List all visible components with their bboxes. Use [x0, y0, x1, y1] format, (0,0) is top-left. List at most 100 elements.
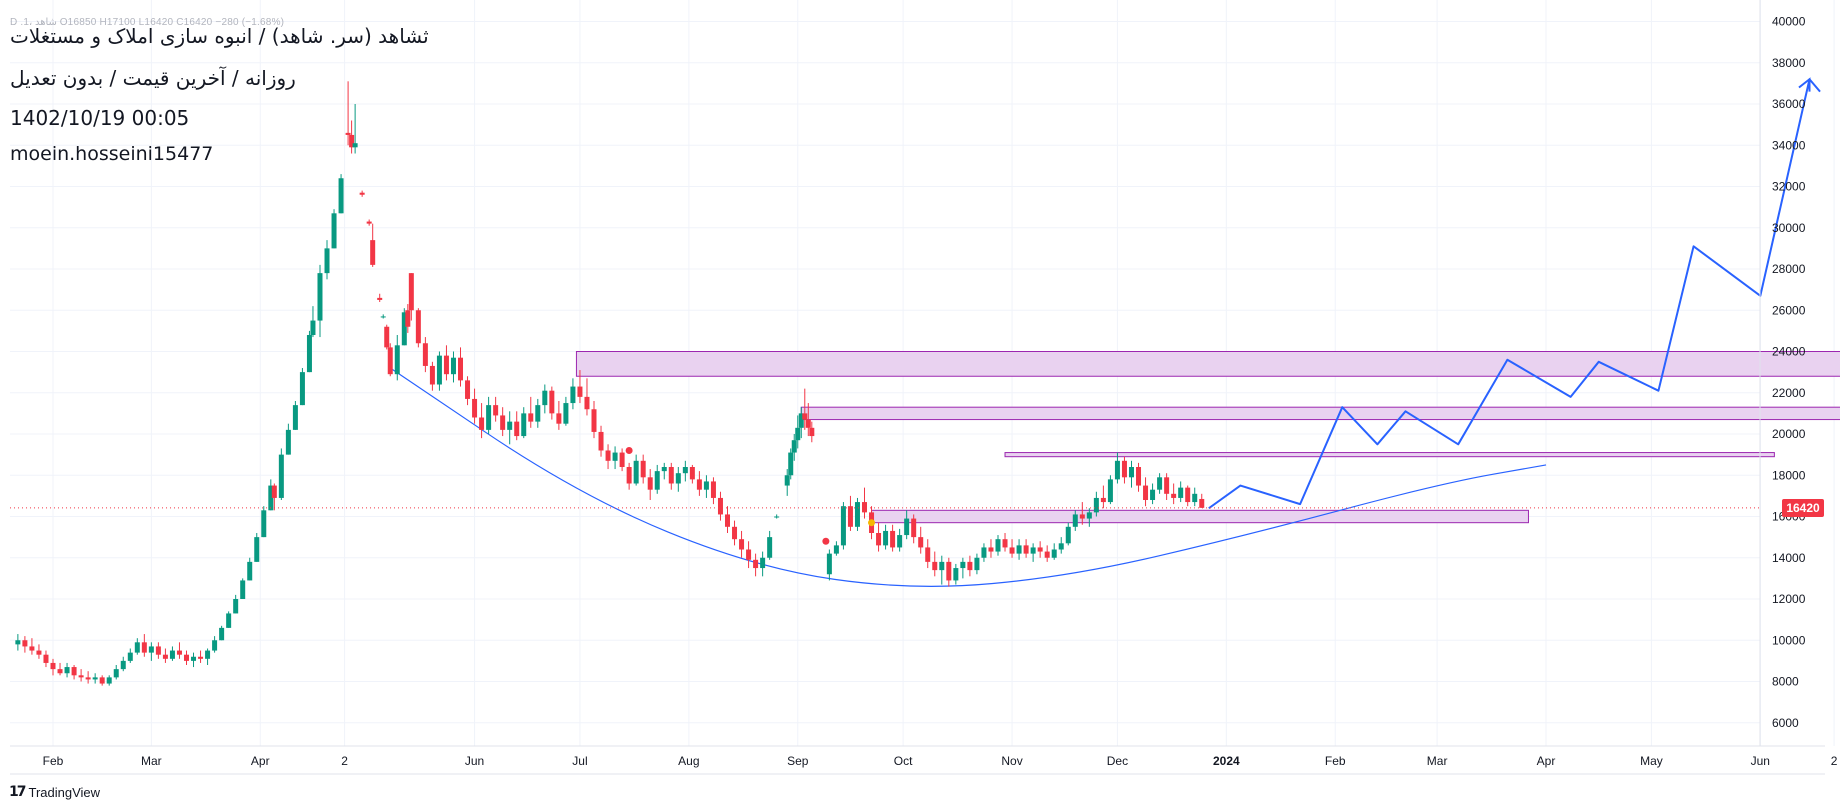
candle-body: [633, 460, 639, 484]
candle: [563, 396, 569, 426]
candle: [528, 396, 534, 428]
candle-body: [1058, 543, 1064, 550]
candle-body: [795, 427, 801, 441]
candle: [890, 524, 896, 552]
candle-body: [306, 335, 312, 373]
candle: [285, 423, 291, 455]
candle: [1121, 456, 1127, 484]
candle: [774, 514, 780, 519]
candle: [1157, 473, 1163, 494]
candle-body: [904, 518, 910, 536]
author-name: moein.hosseini15477: [10, 143, 214, 165]
candle: [422, 337, 428, 373]
candle: [661, 462, 667, 480]
candle: [394, 335, 400, 381]
candle-body: [247, 561, 253, 581]
resistance-zone: [575, 351, 1840, 377]
candle-body: [591, 409, 597, 432]
y-tick-label: 40000: [1772, 15, 1806, 29]
candle-body: [953, 568, 959, 581]
resistance-zone: [1004, 452, 1775, 458]
candle: [682, 460, 688, 482]
candle-body: [854, 502, 860, 527]
candle: [1114, 452, 1120, 484]
y-tick-label: 10000: [1772, 633, 1806, 647]
candle-body: [556, 413, 562, 424]
candle-body: [563, 403, 569, 424]
candle-body: [64, 667, 70, 674]
candle: [981, 543, 987, 562]
candle: [113, 665, 119, 680]
candle-body: [1030, 547, 1036, 554]
candle: [306, 330, 312, 373]
price-chart[interactable]: 4000038000360003400032000300002800026000…: [0, 0, 1840, 810]
y-tick-label: 8000: [1772, 675, 1799, 689]
candle: [1058, 537, 1064, 554]
candle-body: [696, 479, 702, 490]
candle: [384, 324, 390, 350]
candle-body: [640, 460, 646, 478]
candle: [450, 351, 456, 383]
candle: [925, 539, 931, 569]
y-tick-label: 38000: [1772, 56, 1806, 70]
tradingview-icon: 17: [9, 784, 27, 800]
candle: [647, 469, 653, 500]
candle-body: [911, 518, 917, 538]
candle-body: [1128, 467, 1134, 478]
x-tick-label: Aug: [678, 754, 699, 768]
candle-body: [507, 421, 513, 430]
tradingview-logo[interactable]: 17 TradingView: [9, 784, 100, 800]
candle: [1178, 481, 1184, 503]
candle: [591, 401, 597, 439]
candle-body: [380, 316, 386, 318]
candle: [479, 403, 485, 439]
candle-body: [577, 386, 583, 397]
candle: [486, 396, 492, 434]
candle-body: [675, 473, 681, 484]
x-tick-label: Mar: [141, 754, 162, 768]
candle-body: [1023, 545, 1029, 554]
candle-body: [127, 652, 133, 661]
candle: [988, 539, 994, 558]
candle-body: [788, 452, 794, 476]
candle-body: [106, 677, 112, 684]
candle: [99, 675, 105, 686]
candle-body: [661, 467, 667, 472]
candle: [1044, 545, 1050, 562]
candle-body: [1072, 514, 1078, 527]
candle: [1150, 483, 1156, 505]
candle: [521, 407, 527, 439]
candle: [436, 351, 442, 391]
candle-body: [278, 454, 284, 498]
resistance-zone: [871, 509, 1529, 524]
y-tick-label: 28000: [1772, 262, 1806, 276]
candle: [278, 448, 284, 500]
candle: [1002, 533, 1008, 552]
candle: [162, 648, 168, 663]
y-tick-label: 18000: [1772, 468, 1806, 482]
candle-body: [528, 413, 534, 422]
candle-body: [890, 530, 896, 548]
candle-body: [710, 481, 716, 498]
candle-body: [1157, 477, 1163, 490]
candle-body: [92, 677, 98, 680]
candle-body: [169, 650, 175, 659]
candle: [415, 308, 421, 348]
candle: [338, 174, 344, 214]
candle: [465, 376, 471, 406]
candle: [668, 462, 674, 490]
y-tick-label: 32000: [1772, 180, 1806, 194]
candle: [640, 454, 646, 484]
candle: [619, 448, 625, 472]
event-marker: [868, 519, 876, 527]
candle-body: [387, 347, 393, 375]
event-marker: [822, 537, 830, 545]
candle: [556, 401, 562, 430]
candle: [967, 555, 973, 577]
y-tick-label: 26000: [1772, 303, 1806, 317]
candle-body: [57, 669, 63, 674]
candle: [918, 526, 924, 554]
candle-body: [134, 642, 140, 653]
candle-body: [183, 654, 189, 661]
candle-body: [338, 178, 344, 214]
